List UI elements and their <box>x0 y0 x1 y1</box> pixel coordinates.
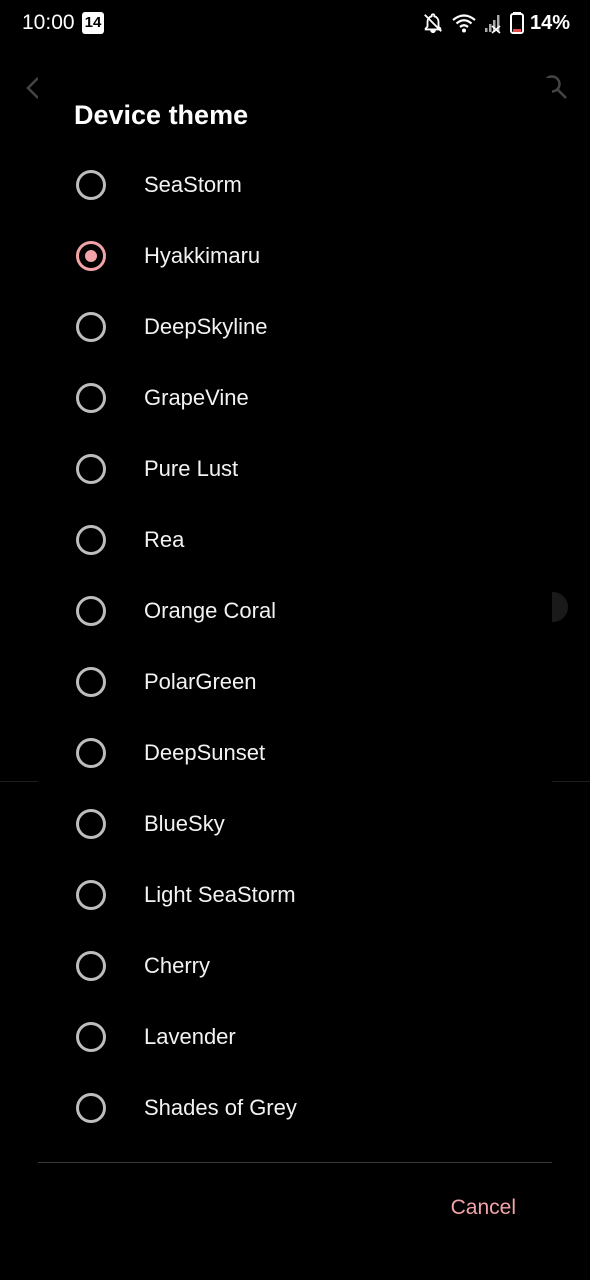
battery-icon <box>509 12 524 34</box>
radio-unchecked[interactable] <box>76 808 106 839</box>
notifications-off-icon <box>422 12 444 34</box>
theme-option[interactable]: Cherry <box>38 930 552 1001</box>
theme-option[interactable]: DeepSkyline <box>38 291 552 362</box>
theme-option-label: PolarGreen <box>144 668 257 694</box>
theme-option[interactable]: Hyakkimaru <box>38 220 552 291</box>
radio-unchecked[interactable] <box>76 311 106 342</box>
radio-unchecked[interactable] <box>76 1092 106 1123</box>
theme-option-label: Pure Lust <box>144 455 239 481</box>
signal-no-service-icon <box>484 12 502 34</box>
theme-options-list: SeaStorm Hyakkimaru DeepSkyline GrapeVine Pu… <box>38 149 552 1143</box>
theme-option-label: DeepSkyline <box>144 313 268 339</box>
radio-unchecked[interactable] <box>76 737 106 768</box>
status-time: 10:00 <box>22 11 75 34</box>
radio-unchecked[interactable] <box>76 1021 106 1052</box>
theme-option[interactable]: Light SeaStorm <box>38 859 552 930</box>
dialog-title: Device theme <box>74 100 249 130</box>
radio-unchecked[interactable] <box>76 595 106 626</box>
theme-option-label: GrapeVine <box>144 384 249 410</box>
radio-unchecked[interactable] <box>76 879 106 910</box>
radio-unchecked[interactable] <box>76 169 106 200</box>
theme-option-label: BlueSky <box>144 810 225 836</box>
theme-option-label: Lavender <box>144 1023 236 1049</box>
theme-option-label: Shades of Grey <box>144 1094 297 1120</box>
theme-option[interactable]: Shades of Grey <box>38 1072 552 1143</box>
theme-option-label: Orange Coral <box>144 597 277 623</box>
status-icons: 14% <box>414 10 570 36</box>
theme-option[interactable]: Lavender <box>38 1001 552 1072</box>
radio-unchecked[interactable] <box>76 524 106 555</box>
theme-option-label: Rea <box>144 526 185 552</box>
radio-checked[interactable] <box>76 240 106 271</box>
theme-option[interactable]: PolarGreen <box>38 646 552 717</box>
dialog-divider <box>38 1162 552 1163</box>
theme-option-label: Cherry <box>144 952 211 978</box>
theme-option[interactable]: Rea <box>38 504 552 575</box>
theme-option[interactable]: BlueSky <box>38 788 552 859</box>
theme-option[interactable]: GrapeVine <box>38 362 552 433</box>
theme-option[interactable]: Orange Coral <box>38 575 552 646</box>
screen: 10:00 14 14% Device theme SeaStorm Hyakk… <box>0 0 590 1280</box>
wifi-icon <box>452 12 476 34</box>
device-theme-dialog: Device theme SeaStorm Hyakkimaru DeepSkyli… <box>38 78 552 1270</box>
theme-option-label: DeepSunset <box>144 739 266 765</box>
theme-option-label: Hyakkimaru <box>144 242 261 268</box>
calendar-notification-icon: 14 <box>82 12 104 34</box>
radio-unchecked[interactable] <box>76 382 106 413</box>
battery-percentage: 14% <box>529 11 570 34</box>
cancel-button[interactable]: Cancel <box>445 1192 522 1224</box>
status-bar: 10:00 14 14% <box>0 0 590 46</box>
theme-option-label: SeaStorm <box>144 171 242 197</box>
theme-option[interactable]: Pure Lust <box>38 433 552 504</box>
radio-unchecked[interactable] <box>76 666 106 697</box>
theme-option-label: Light SeaStorm <box>144 881 296 907</box>
theme-option[interactable]: SeaStorm <box>38 149 552 220</box>
radio-unchecked[interactable] <box>76 950 106 981</box>
radio-unchecked[interactable] <box>76 453 106 484</box>
theme-option[interactable]: DeepSunset <box>38 717 552 788</box>
